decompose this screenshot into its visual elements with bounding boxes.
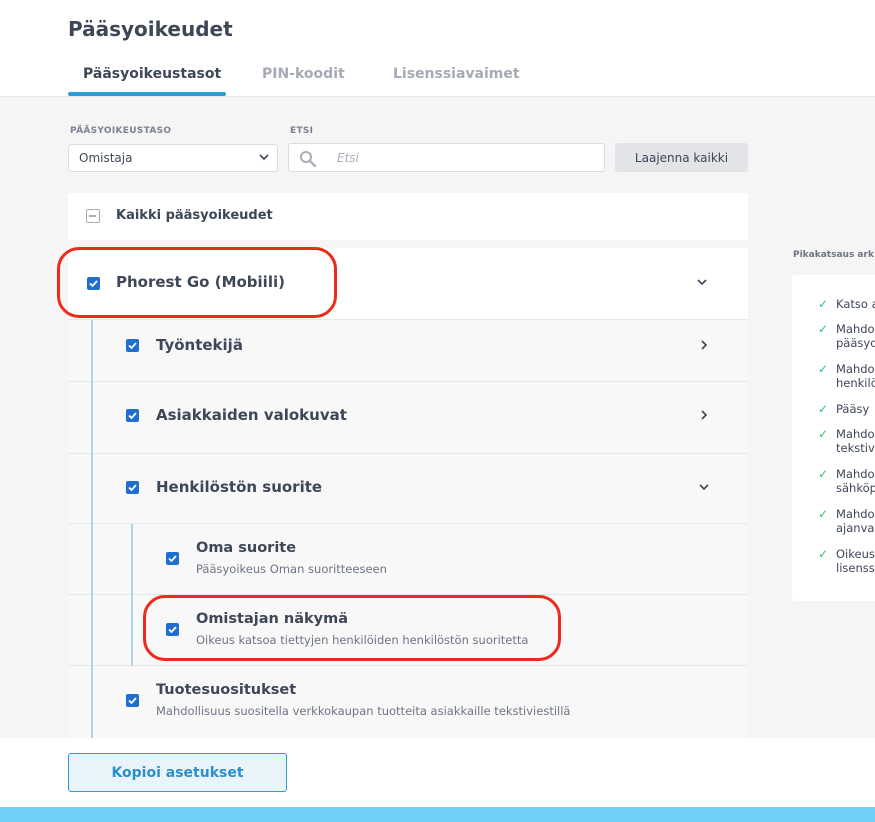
check-icon: ✓ [818, 547, 829, 561]
permission-tree: Phorest Go (Mobiili) Työntekijä Asiakkai… [68, 248, 748, 738]
access-level-label: PÄÄSYOIKEUSTASO [70, 126, 172, 136]
page-header: Pääsyoikeudet Pääsyoikeustasot PIN-koodi… [0, 0, 875, 97]
expand-all-button[interactable]: Laajenna kaikki [615, 143, 748, 172]
checkbox-client-photos[interactable] [126, 409, 139, 422]
annotation-highlight [57, 247, 337, 318]
tab-license-keys[interactable]: Lisenssiavaimet [393, 66, 520, 82]
tab-access-levels[interactable]: Pääsyoikeustasot [83, 66, 221, 82]
copy-settings-button[interactable]: Kopioi asetukset [68, 753, 287, 792]
chevron-down-icon[interactable] [696, 275, 708, 293]
chevron-down-icon [259, 149, 269, 168]
tree-row-client-photos[interactable]: Asiakkaiden valokuvat [68, 382, 748, 454]
overview-title: Pikakatsaus ark [793, 250, 874, 260]
indeterminate-checkbox[interactable] [86, 209, 100, 223]
chevron-down-icon[interactable] [698, 480, 710, 498]
annotation-highlight [143, 595, 561, 661]
check-icon: ✓ [818, 427, 829, 441]
check-icon: ✓ [818, 467, 829, 481]
tree-row-employee[interactable]: Työntekijä [68, 320, 748, 382]
tree-connector-line [131, 524, 133, 666]
tree-row-title: Oma suorite [196, 540, 297, 556]
page-title: Pääsyoikeudet [68, 17, 233, 41]
access-level-value: Omistaja [79, 151, 133, 165]
check-icon: ✓ [818, 322, 829, 336]
active-tab-indicator [68, 92, 226, 96]
check-icon: ✓ [818, 297, 829, 311]
tree-row-subtitle: Mahdollisuus suositella verkkokaupan tuo… [156, 704, 571, 718]
access-level-select[interactable]: Omistaja [68, 144, 278, 172]
tree-row-product-recommendations[interactable]: Tuotesuositukset Mahdollisuus suositella… [68, 666, 748, 738]
tree-row-title: Henkilöstön suorite [156, 478, 323, 496]
chevron-right-icon[interactable] [698, 408, 710, 426]
footer-bar: Kopioi asetukset [0, 738, 875, 807]
tree-row-staff-performance[interactable]: Henkilöstön suorite [68, 454, 748, 524]
tree-row-own-performance[interactable]: Oma suorite Pääsyoikeus Oman suoritteese… [68, 524, 748, 595]
tree-row-title: Asiakkaiden valokuvat [156, 406, 347, 424]
check-icon: ✓ [818, 507, 829, 521]
tab-pin-codes[interactable]: PIN-koodit [262, 66, 345, 82]
bottom-accent-bar [0, 807, 875, 822]
checkbox-employee[interactable] [126, 339, 139, 352]
search-input[interactable]: Etsi [288, 143, 605, 172]
all-permissions-row: Kaikki pääsyoikeudet [68, 193, 748, 240]
tree-connector-line [91, 320, 93, 738]
checkbox-own-performance[interactable] [166, 552, 179, 565]
tree-row-subtitle: Pääsyoikeus Oman suoritteeseen [196, 562, 387, 576]
checkbox-staff-performance[interactable] [126, 481, 139, 494]
search-placeholder: Etsi [337, 151, 359, 165]
search-label: ETSI [290, 126, 314, 136]
check-icon: ✓ [818, 362, 829, 376]
tree-row-title: Tuotesuositukset [156, 682, 297, 698]
search-icon [300, 151, 317, 168]
check-icon: ✓ [818, 402, 829, 416]
chevron-right-icon[interactable] [698, 338, 710, 356]
checkbox-product-recommendations[interactable] [126, 694, 139, 707]
all-permissions-label: Kaikki pääsyoikeudet [116, 208, 273, 223]
tree-row-title: Työntekijä [156, 336, 243, 354]
